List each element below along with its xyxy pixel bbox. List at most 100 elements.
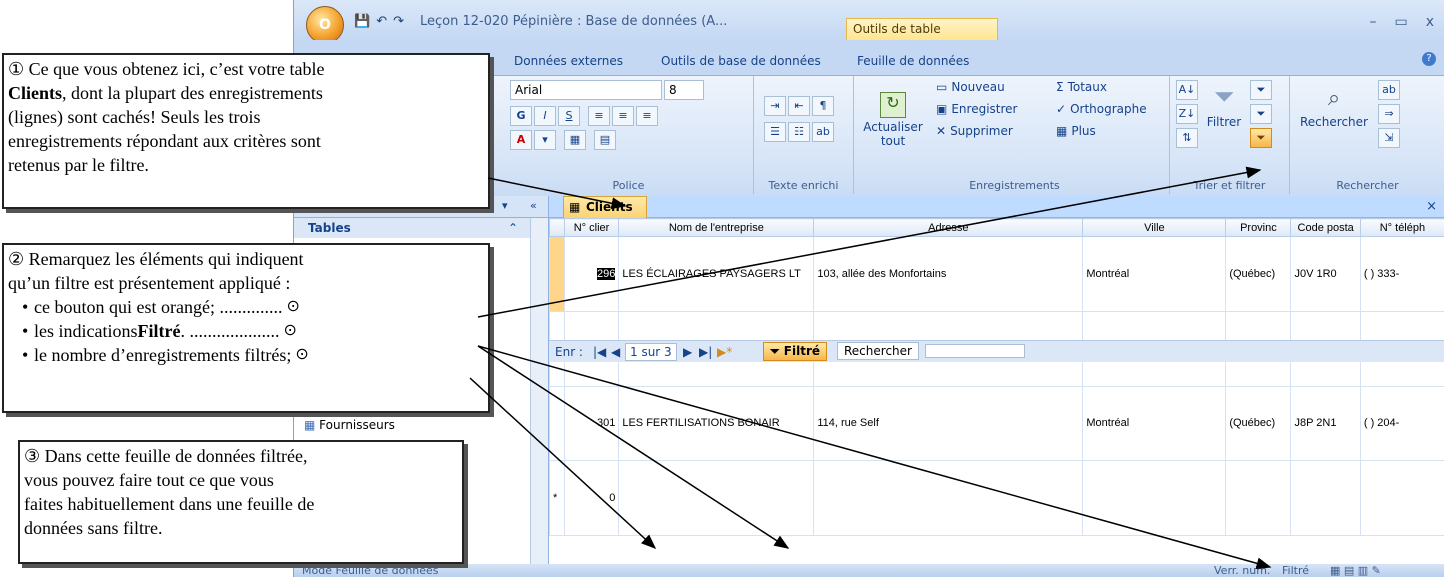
table-cell[interactable]: ( ) 204- <box>1359 385 1444 462</box>
size-combo[interactable]: 8 <box>664 80 704 100</box>
view-buttons[interactable]: ▦ ▤ ▥ ✎ <box>1330 564 1381 577</box>
goto-icon[interactable]: ⇒ <box>1378 104 1400 124</box>
italic-button[interactable]: I <box>534 106 556 126</box>
table-row[interactable]: 296 LES ÉCLAIRAGES PAYSAGERS LT 103, all… <box>549 236 1444 312</box>
rechercher-label: Rechercher <box>1300 115 1368 129</box>
row-selector[interactable] <box>549 385 565 462</box>
table-cell[interactable]: 0 <box>563 460 620 536</box>
font-color-icon[interactable]: A <box>510 130 532 150</box>
table-cell[interactable]: (Québec) <box>1225 236 1292 312</box>
bullets-icon[interactable]: ☰ <box>764 122 786 142</box>
underline-button[interactable]: S <box>558 106 580 126</box>
enregistrer-button[interactable]: ▣ Enregistrer <box>936 102 1017 116</box>
fill-color-icon[interactable]: ▾ <box>534 130 556 150</box>
filtrer-button[interactable]: ⏷ Filtrer <box>1204 82 1244 129</box>
table-cell[interactable]: 301 <box>563 385 620 462</box>
alt-fill-icon[interactable]: ▤ <box>594 130 616 150</box>
column-header[interactable]: N° clier <box>563 218 620 237</box>
nouveau-button[interactable]: ▭ Nouveau <box>936 80 1005 94</box>
table-cell[interactable]: J8P 2N1 <box>1290 385 1361 462</box>
table-row[interactable]: 301 LES FERTILISATIONS BONAIR 114, rue S… <box>549 385 1444 462</box>
numbering-icon[interactable]: ☷ <box>788 122 810 142</box>
new-record-button[interactable]: ▶* <box>717 345 732 359</box>
new-record-row[interactable]: * 0 <box>549 460 1444 536</box>
column-header[interactable]: N° téléph <box>1359 218 1444 237</box>
column-header[interactable]: Nom de l'entreprise <box>618 218 815 237</box>
clients-table: N° clier Nom de l'entreprise Adresse Vil… <box>549 218 1444 536</box>
column-header[interactable]: Adresse <box>813 218 1084 237</box>
chevron-down-icon[interactable]: ▾ <box>502 199 508 212</box>
table-cell[interactable]: J0V 1R0 <box>1290 236 1361 312</box>
clear-sort-icon[interactable]: ⇅ <box>1176 128 1198 148</box>
filtered-toggle[interactable]: ⏷ Filtré <box>763 342 828 361</box>
maximize-button[interactable]: ▭ <box>1394 14 1407 30</box>
save-icon[interactable]: 💾 <box>354 14 370 29</box>
table-cell[interactable]: Montréal <box>1082 385 1227 462</box>
sort-desc-icon[interactable]: Z↓ <box>1176 104 1198 124</box>
table-cell[interactable]: Montréal <box>1082 236 1227 312</box>
select-icon[interactable]: ⇲ <box>1378 128 1400 148</box>
table-cell[interactable]: ( ) 333- <box>1359 236 1444 312</box>
column-header[interactable]: Provinc <box>1225 218 1292 237</box>
align-left-icon[interactable]: ≡ <box>588 106 610 126</box>
nouveau-label: Nouveau <box>951 80 1005 94</box>
outdent-icon[interactable]: ⇤ <box>788 96 810 116</box>
totaux-button[interactable]: Σ Totaux <box>1056 80 1107 94</box>
collapse-icon[interactable]: « <box>530 199 537 212</box>
highlight-icon[interactable]: ab <box>812 122 834 142</box>
search-box[interactable]: Rechercher <box>837 342 919 360</box>
font-combo[interactable]: Arial <box>510 80 662 100</box>
align-right-icon[interactable]: ≡ <box>636 106 658 126</box>
row-selector[interactable] <box>549 236 565 312</box>
sort-asc-icon[interactable]: A↓ <box>1176 80 1198 100</box>
table-cell[interactable]: LES FERTILISATIONS BONAIR <box>618 385 815 462</box>
help-icon[interactable]: ? <box>1422 52 1436 66</box>
bold-button[interactable]: G <box>510 106 532 126</box>
tab-donnees-externes[interactable]: Données externes <box>514 54 623 68</box>
actualiser-button[interactable]: ↻ Actualiser tout <box>863 92 923 148</box>
table-cell[interactable]: 296 <box>596 267 616 280</box>
close-document-button[interactable]: × <box>1426 199 1437 214</box>
table-icon: ▦ <box>569 200 581 214</box>
gridlines-icon[interactable]: ▦ <box>564 130 586 150</box>
office-button[interactable]: O <box>306 6 344 44</box>
column-header[interactable]: Code posta <box>1290 218 1361 237</box>
close-button[interactable]: x <box>1426 14 1434 30</box>
collapse-group-icon[interactable]: ⌃ <box>508 221 518 235</box>
table-cell[interactable]: (Québec) <box>1225 385 1292 462</box>
replace-icon[interactable]: ab <box>1378 80 1400 100</box>
group-label-police: Police <box>612 179 645 192</box>
rechercher-button[interactable]: ⌕ Rechercher <box>1300 86 1368 129</box>
previous-record-button[interactable]: ◀ <box>611 345 620 359</box>
plus-button[interactable]: ▦ Plus <box>1056 124 1096 138</box>
selection-filter-icon[interactable]: ⏷ <box>1250 80 1272 100</box>
tab-feuille-de-donnees[interactable]: Feuille de données <box>857 54 969 68</box>
align-center-icon[interactable]: ≡ <box>612 106 634 126</box>
nav-group-tables[interactable]: Tables ⌃ <box>294 218 548 238</box>
table-cell[interactable]: 103, allée des Monfortains <box>813 236 1084 312</box>
horizontal-scrollbar[interactable] <box>925 344 1025 358</box>
undo-icon[interactable]: ↶ <box>376 14 387 29</box>
nav-item-fournisseurs[interactable]: ▦ Fournisseurs <box>304 418 395 432</box>
toggle-filter-button[interactable]: ⏷ <box>1250 128 1272 148</box>
nav-scrollbar[interactable] <box>530 218 548 564</box>
record-position[interactable]: 1 sur 3 <box>625 343 677 361</box>
column-header-filtered[interactable]: Ville <box>1082 218 1227 237</box>
first-record-button[interactable]: |◀ <box>593 345 606 359</box>
select-all-cell[interactable] <box>549 218 565 237</box>
supprimer-button[interactable]: ✕ Supprimer <box>936 124 1013 138</box>
table-cell[interactable]: LES ÉCLAIRAGES PAYSAGERS LT <box>618 236 815 312</box>
minimize-button[interactable]: – <box>1369 14 1376 30</box>
rtl-icon[interactable]: ¶ <box>812 96 834 116</box>
tab-outils-bdd[interactable]: Outils de base de données <box>661 54 821 68</box>
context-tab-outils-de-table[interactable]: Outils de table <box>846 18 998 40</box>
orthographe-button[interactable]: ✓ Orthographe <box>1056 102 1147 116</box>
redo-icon[interactable]: ↷ <box>393 14 404 29</box>
last-record-button[interactable]: ▶| <box>699 345 712 359</box>
callout-3-line3: faites habituellement dans une feuille d… <box>24 494 315 514</box>
indent-icon[interactable]: ⇥ <box>764 96 786 116</box>
next-record-button[interactable]: ▶ <box>683 345 692 359</box>
document-tab-clients[interactable]: ▦ Clients <box>563 196 647 218</box>
advanced-filter-icon[interactable]: ⏷ <box>1250 104 1272 124</box>
table-cell[interactable]: 114, rue Self <box>813 385 1084 462</box>
